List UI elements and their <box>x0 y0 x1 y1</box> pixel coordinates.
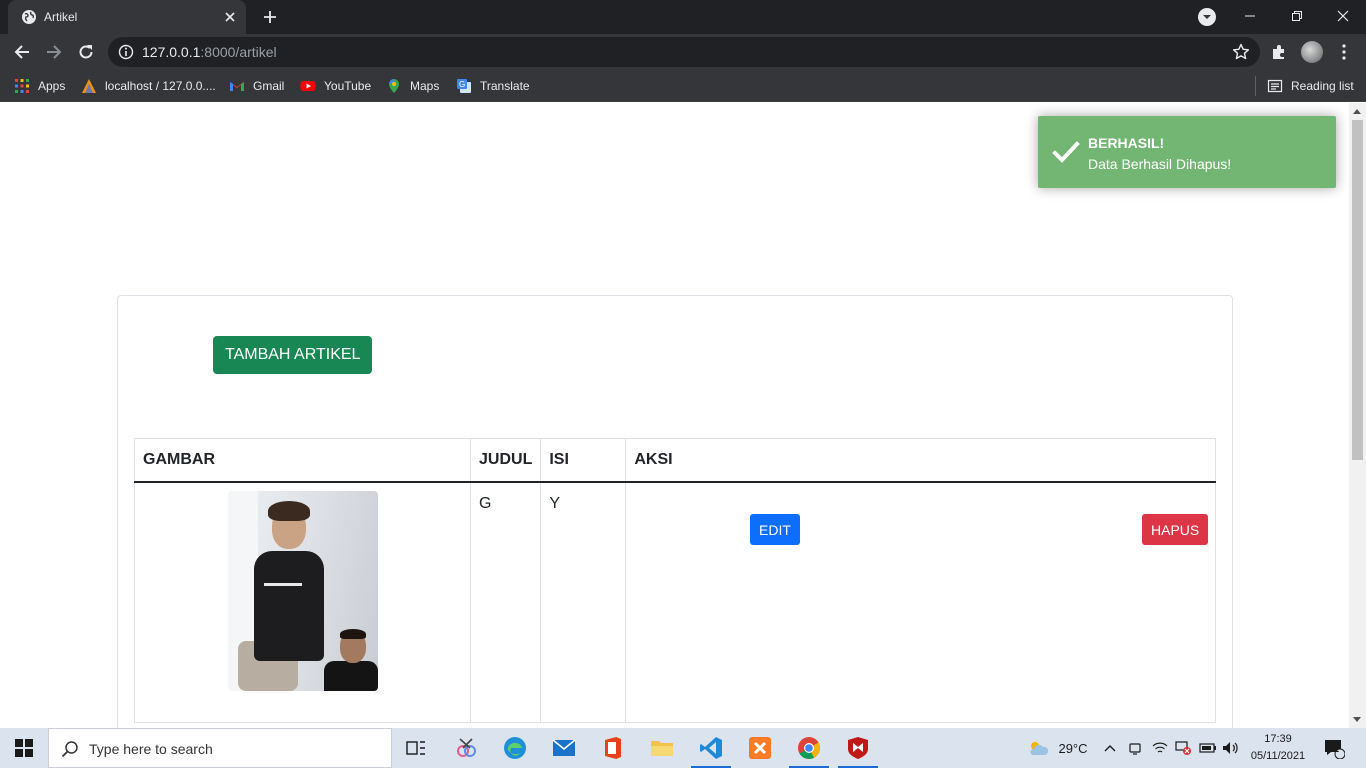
column-header-gambar: GAMBAR <box>134 438 471 483</box>
mcafee-icon[interactable] <box>834 728 882 768</box>
tab-close-icon[interactable] <box>220 7 240 27</box>
volume-icon[interactable] <box>1220 728 1242 768</box>
bookmarks-bar: Apps localhost / 127.0.0.... Gmail YouTu… <box>0 70 1366 102</box>
column-header-aksi: AKSI <box>625 438 1216 483</box>
hapus-button[interactable]: HAPUS <box>1142 514 1209 545</box>
globe-icon <box>22 10 36 24</box>
browser-toolbar: 127.0.0.1:8000/artikel <box>0 34 1366 70</box>
chrome-menu-icon[interactable] <box>1334 42 1354 62</box>
snipping-tool-icon[interactable] <box>442 728 490 768</box>
office-icon[interactable] <box>589 728 637 768</box>
edge-icon[interactable] <box>491 728 539 768</box>
restore-window-icon[interactable] <box>1274 0 1320 32</box>
meet-now-icon[interactable] <box>1125 728 1145 768</box>
vscode-icon[interactable] <box>687 728 735 768</box>
scroll-up-icon[interactable] <box>1353 109 1361 114</box>
chrome-taskbar-icon[interactable] <box>785 728 833 768</box>
tab-search-icon[interactable] <box>1196 6 1218 28</box>
back-arrow-icon[interactable] <box>8 38 36 66</box>
new-tab-plus-icon[interactable] <box>258 5 282 29</box>
svg-text:G: G <box>459 80 465 89</box>
site-info-icon[interactable] <box>118 44 134 60</box>
bookmark-localhost[interactable]: localhost / 127.0.0.... <box>81 77 216 95</box>
extensions-puzzle-icon[interactable] <box>1269 42 1289 62</box>
maps-icon <box>389 79 399 93</box>
reading-list-icon <box>1267 79 1283 93</box>
forward-arrow-icon[interactable] <box>40 38 68 66</box>
notification-center-icon[interactable]: 1 <box>1320 728 1348 768</box>
taskbar-clock[interactable]: 17:39 05/11/2021 <box>1243 731 1313 765</box>
reload-icon[interactable] <box>72 38 100 66</box>
gmail-icon <box>230 82 244 91</box>
windows-taskbar: Type here to search 29°C 17:39 05/11/202… <box>0 728 1366 768</box>
bookmark-gmail[interactable]: Gmail <box>229 77 284 95</box>
temperature-text[interactable]: 29°C <box>1053 728 1093 768</box>
taskbar-search-box[interactable]: Type here to search <box>48 728 392 768</box>
profile-avatar[interactable] <box>1301 41 1323 63</box>
cell-judul: G <box>469 481 542 723</box>
bookmark-youtube[interactable]: YouTube <box>300 77 371 95</box>
reading-list-button[interactable]: Reading list <box>1267 77 1354 95</box>
bookmark-star-icon[interactable] <box>1232 43 1250 61</box>
url-text: 127.0.0.1:8000/artikel <box>142 44 277 60</box>
bookmark-maps[interactable]: Maps <box>386 77 439 95</box>
tambah-artikel-button[interactable]: TAMBAH ARTIKEL <box>213 336 373 374</box>
toast-title: BERHASIL! <box>1088 135 1165 151</box>
success-toast[interactable]: BERHASIL! Data Berhasil Dihapus! <box>1038 116 1336 188</box>
table-header-row: GAMBAR JUDUL ISI AKSI <box>134 438 1216 483</box>
network-error-icon[interactable] <box>1172 728 1194 768</box>
cell-gambar <box>134 481 471 723</box>
bookmarks-separator <box>1255 76 1256 96</box>
page-viewport: TAMBAH ARTIKEL GAMBAR JUDUL ISI AKSI G Y… <box>0 103 1349 728</box>
search-icon <box>61 741 78 758</box>
windows-start-icon[interactable] <box>0 728 48 768</box>
translate-icon: G <box>457 79 471 93</box>
artikel-table: GAMBAR JUDUL ISI AKSI G Y <box>134 438 1216 723</box>
apps-grid-icon <box>15 79 29 93</box>
clock-date: 05/11/2021 <box>1250 750 1306 762</box>
notification-count: 1 <box>1334 744 1340 754</box>
wifi-icon[interactable] <box>1150 728 1170 768</box>
xampp-icon[interactable] <box>736 728 784 768</box>
tab-title: Artikel <box>44 10 78 24</box>
bookmark-apps[interactable]: Apps <box>14 77 65 95</box>
checkmark-icon <box>1052 141 1080 163</box>
youtube-icon <box>300 81 316 91</box>
scrollbar-thumb[interactable] <box>1352 120 1363 460</box>
bookmark-translate[interactable]: G Translate <box>456 77 530 95</box>
cell-aksi <box>625 481 1216 723</box>
search-placeholder: Type here to search <box>89 741 213 757</box>
close-window-icon[interactable] <box>1320 0 1366 32</box>
address-bar[interactable]: 127.0.0.1:8000/artikel <box>108 37 1260 67</box>
phpmyadmin-icon <box>82 79 96 93</box>
minimize-window-icon[interactable] <box>1227 0 1273 32</box>
column-header-judul: JUDUL <box>469 438 542 483</box>
task-view-icon[interactable] <box>392 728 440 768</box>
clock-time: 17:39 <box>1264 733 1292 745</box>
page-scrollbar[interactable] <box>1349 103 1366 728</box>
column-header-isi: ISI <box>540 438 627 483</box>
weather-icon[interactable] <box>1026 728 1050 768</box>
toast-message: Data Berhasil Dihapus! <box>1088 156 1232 172</box>
table-row: G Y <box>134 481 1216 723</box>
artikel-card: TAMBAH ARTIKEL GAMBAR JUDUL ISI AKSI G Y… <box>117 295 1233 728</box>
browser-tab-strip: Artikel <box>0 0 1366 34</box>
browser-tab-artikel[interactable]: Artikel <box>8 0 246 34</box>
cell-isi: Y <box>540 481 627 723</box>
file-explorer-icon[interactable] <box>638 728 686 768</box>
chevron-up-icon[interactable] <box>1101 728 1119 768</box>
mail-icon[interactable] <box>540 728 588 768</box>
artikel-image <box>227 491 378 691</box>
battery-icon[interactable] <box>1197 728 1219 768</box>
edit-button[interactable]: EDIT <box>750 514 800 545</box>
scroll-down-icon[interactable] <box>1353 717 1361 722</box>
